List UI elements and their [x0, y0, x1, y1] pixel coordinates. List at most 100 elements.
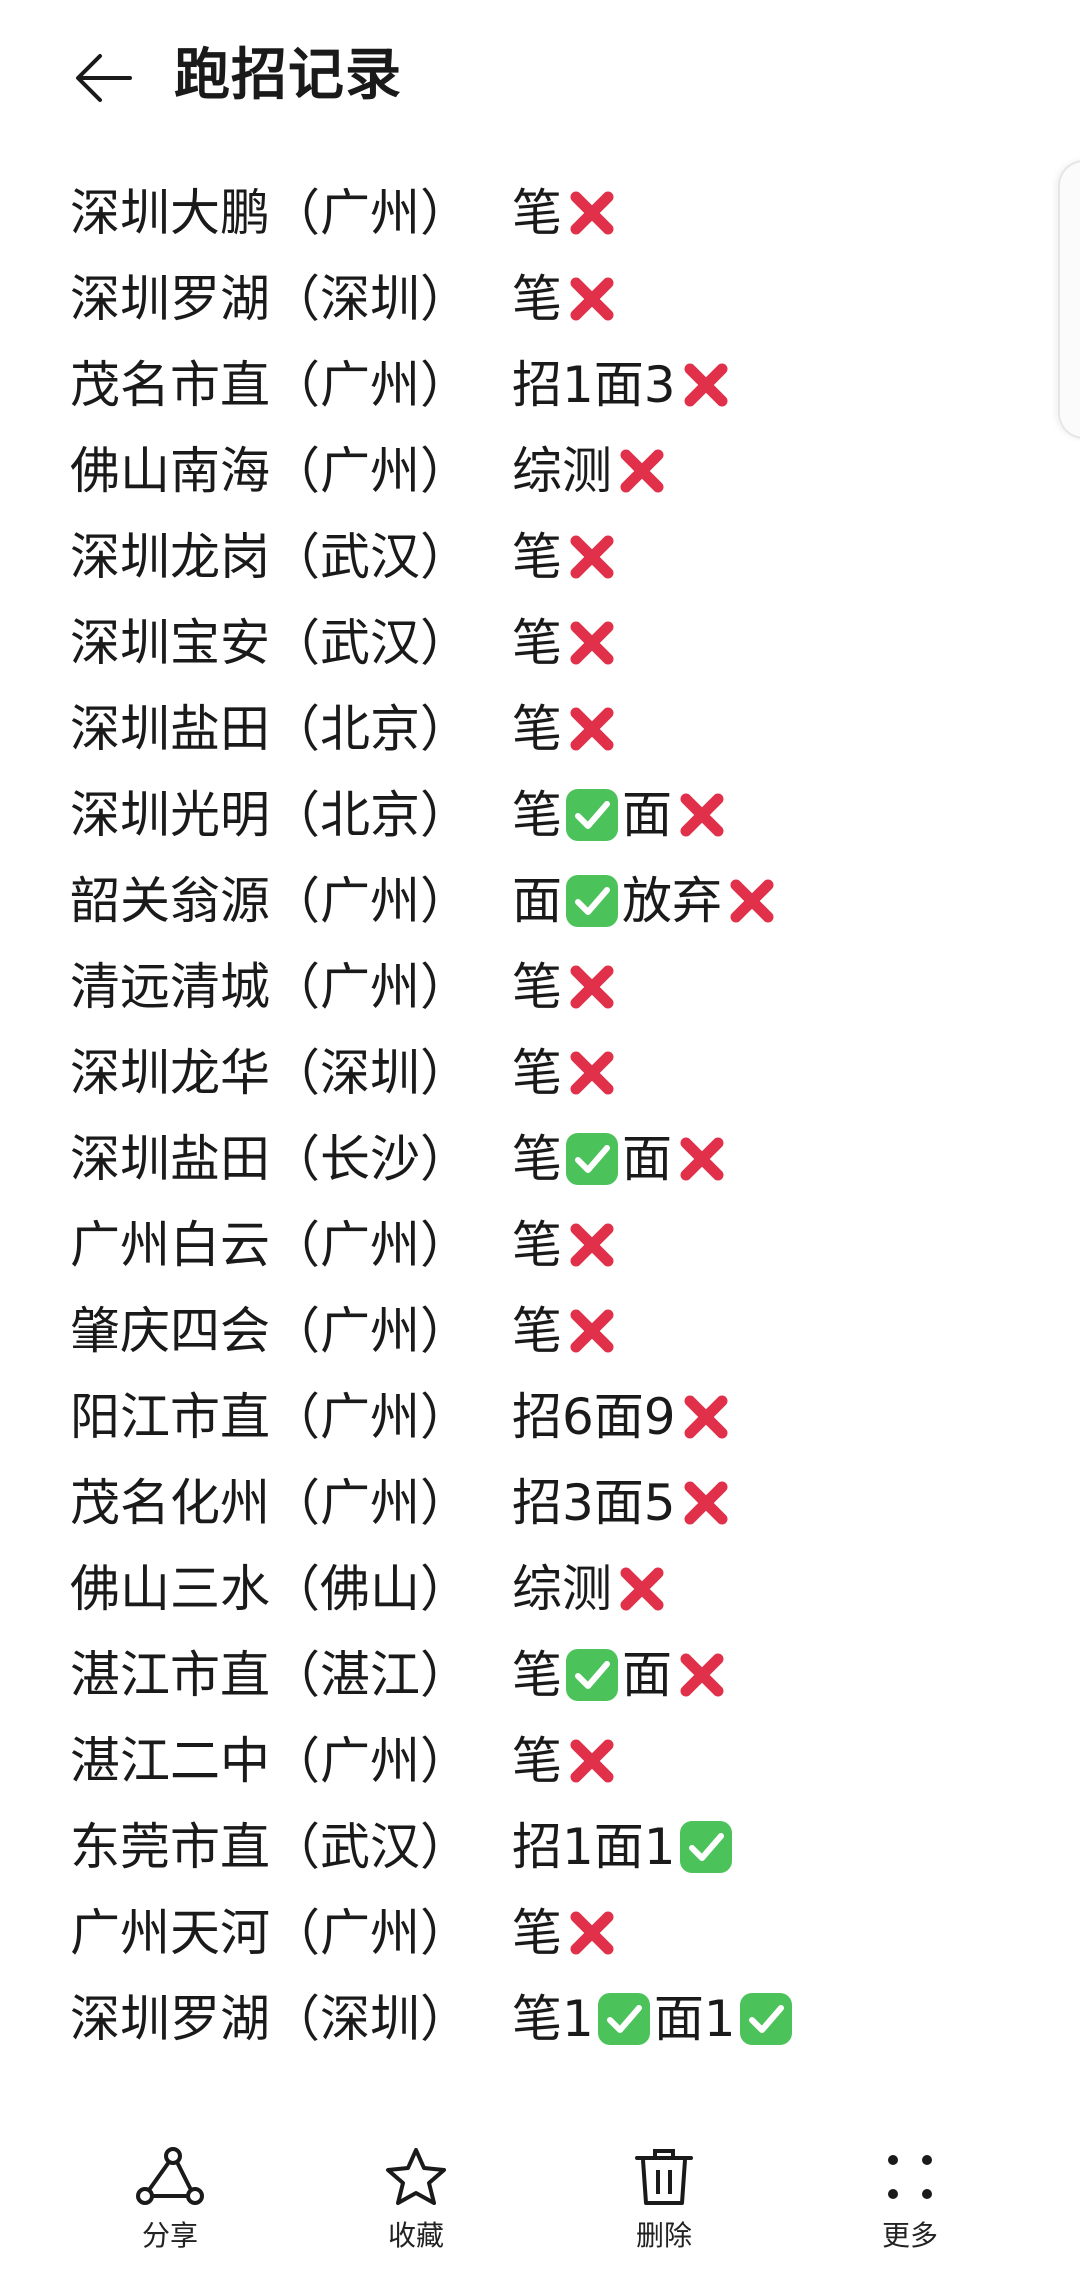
- cross-mark-icon: [680, 1137, 724, 1181]
- record-result: 招1面1: [512, 1804, 736, 1890]
- cross-mark-icon: [680, 793, 724, 837]
- cross-mark-icon: [570, 1911, 614, 1955]
- cross-mark-icon: [570, 621, 614, 665]
- cross-mark-icon: [570, 1739, 614, 1783]
- more-button[interactable]: 更多: [830, 2146, 990, 2254]
- record-name: 东莞市直（武汉）: [70, 1818, 470, 1876]
- bottom-toolbar: 分享 收藏 删除 更多: [0, 2128, 1080, 2276]
- record-name: 茂名市直（广州）: [70, 356, 470, 414]
- result-text: 招3面5: [512, 1474, 676, 1532]
- record-row: 肇庆四会（广州） 笔: [70, 1288, 1030, 1374]
- result-text: 招1面3: [512, 356, 676, 414]
- record-row: 深圳光明（北京） 笔面: [70, 772, 1030, 858]
- cross-mark-icon: [620, 449, 664, 493]
- share-button[interactable]: 分享: [90, 2146, 250, 2254]
- result-text: 笔: [512, 958, 562, 1016]
- record-row: 湛江市直（湛江）笔面: [70, 1632, 1030, 1718]
- result-text: 面: [622, 1646, 672, 1704]
- record-result: 综测: [512, 1546, 672, 1632]
- result-text: 综测: [512, 1560, 612, 1618]
- record-row: 深圳大鹏（广州） 笔: [70, 170, 1030, 256]
- record-name: 韶关翁源（广州）: [70, 872, 470, 930]
- record-result: 笔面: [512, 772, 732, 858]
- trash-icon: [635, 2149, 693, 2205]
- star-icon: [386, 2148, 446, 2205]
- record-result: 笔: [512, 514, 622, 600]
- record-result: 笔: [512, 170, 622, 256]
- share-icon: [136, 2147, 204, 2205]
- delete-button[interactable]: 删除: [584, 2146, 744, 2254]
- record-row: 佛山南海（广州） 综测: [70, 428, 1030, 514]
- result-text: 笔: [512, 270, 562, 328]
- record-list: 深圳大鹏（广州）笔深圳罗湖（深圳）笔茂名市直（广州） 招1面3 佛山南海（广州） 综测…: [70, 170, 1030, 2062]
- record-result: 笔: [512, 1890, 622, 1976]
- cross-mark-icon: [570, 965, 614, 1009]
- cross-mark-icon: [680, 1653, 724, 1697]
- record-row: 佛山三水（佛山） 综测: [70, 1546, 1030, 1632]
- record-name: 深圳盐田（长沙）: [70, 1130, 470, 1188]
- result-text: 笔: [512, 1646, 562, 1704]
- record-name: 深圳罗湖（深圳）: [70, 1990, 470, 2048]
- check-mark-icon: [597, 1993, 650, 2045]
- cross-mark-icon: [730, 879, 774, 923]
- record-result: 笔: [512, 686, 622, 772]
- check-mark-icon: [679, 1821, 732, 1873]
- result-text: 笔: [512, 1302, 562, 1360]
- record-row: 清远清城（广州） 笔: [70, 944, 1030, 1030]
- record-row: 广州白云（广州） 笔: [70, 1202, 1030, 1288]
- result-text: 放弃: [622, 872, 722, 930]
- record-row: 广州天河（广州） 笔: [70, 1890, 1030, 1976]
- record-row: 阳江市直（广州） 招6面9: [70, 1374, 1030, 1460]
- check-mark-icon: [566, 875, 618, 927]
- record-row: 茂名市直（广州） 招1面3: [70, 342, 1030, 428]
- record-name: 深圳大鹏（广州）: [70, 184, 470, 242]
- delete-label: 删除: [635, 2219, 692, 2252]
- record-name: 深圳龙岗（武汉）: [70, 528, 470, 586]
- app-header: 跑招记录: [0, 0, 1080, 150]
- result-text: 笔: [512, 700, 562, 758]
- back-button[interactable]: [62, 38, 146, 118]
- result-text: 笔: [512, 1904, 562, 1962]
- result-text: 面: [512, 872, 562, 930]
- cross-mark-icon: [570, 1223, 614, 1267]
- record-name: 佛山南海（广州）: [70, 442, 470, 500]
- result-text: 笔1: [512, 1990, 594, 2048]
- record-name: 深圳宝安（武汉）: [70, 614, 470, 672]
- record-result: 笔: [512, 1718, 622, 1804]
- record-name: 阳江市直（广州）: [70, 1388, 470, 1446]
- result-text: 招6面9: [512, 1388, 676, 1446]
- result-text: 笔: [512, 1130, 562, 1188]
- record-result: 笔: [512, 256, 622, 342]
- cross-mark-icon: [570, 1051, 614, 1095]
- favorite-label: 收藏: [387, 2219, 444, 2252]
- record-name: 深圳龙华（深圳）: [70, 1044, 470, 1102]
- cross-mark-icon: [684, 1395, 728, 1439]
- record-row: 深圳宝安（武汉） 笔: [70, 600, 1030, 686]
- record-name: 深圳盐田（北京）: [70, 700, 470, 758]
- result-text: 综测: [512, 442, 612, 500]
- share-label: 分享: [141, 2219, 198, 2252]
- record-name: 清远清城（广州）: [70, 958, 470, 1016]
- record-result: 笔: [512, 600, 622, 686]
- side-drawer-handle[interactable]: [1058, 160, 1080, 439]
- result-text: 笔: [512, 786, 562, 844]
- result-text: 笔: [512, 1732, 562, 1790]
- cross-mark-icon: [570, 1309, 614, 1353]
- favorite-button[interactable]: 收藏: [336, 2146, 496, 2254]
- record-row: 茂名化州（广州） 招3面5: [70, 1460, 1030, 1546]
- record-name: 深圳光明（北京）: [70, 786, 470, 844]
- record-result: 笔: [512, 1202, 622, 1288]
- record-row: 深圳盐田（北京） 笔: [70, 686, 1030, 772]
- result-text: 笔: [512, 184, 562, 242]
- check-mark-icon: [739, 1993, 792, 2045]
- page-title: 跑招记录: [174, 43, 402, 108]
- record-result: 笔1 面1: [512, 1976, 796, 2062]
- cross-mark-icon: [684, 1481, 728, 1525]
- record-result: 笔: [512, 1288, 622, 1374]
- cross-mark-icon: [570, 707, 614, 751]
- result-text: 笔: [512, 528, 562, 586]
- cross-mark-icon: [570, 535, 614, 579]
- record-result: 招3面5: [512, 1460, 736, 1546]
- record-name: 广州白云（广州）: [70, 1216, 470, 1274]
- more-dots-icon: [888, 2155, 932, 2199]
